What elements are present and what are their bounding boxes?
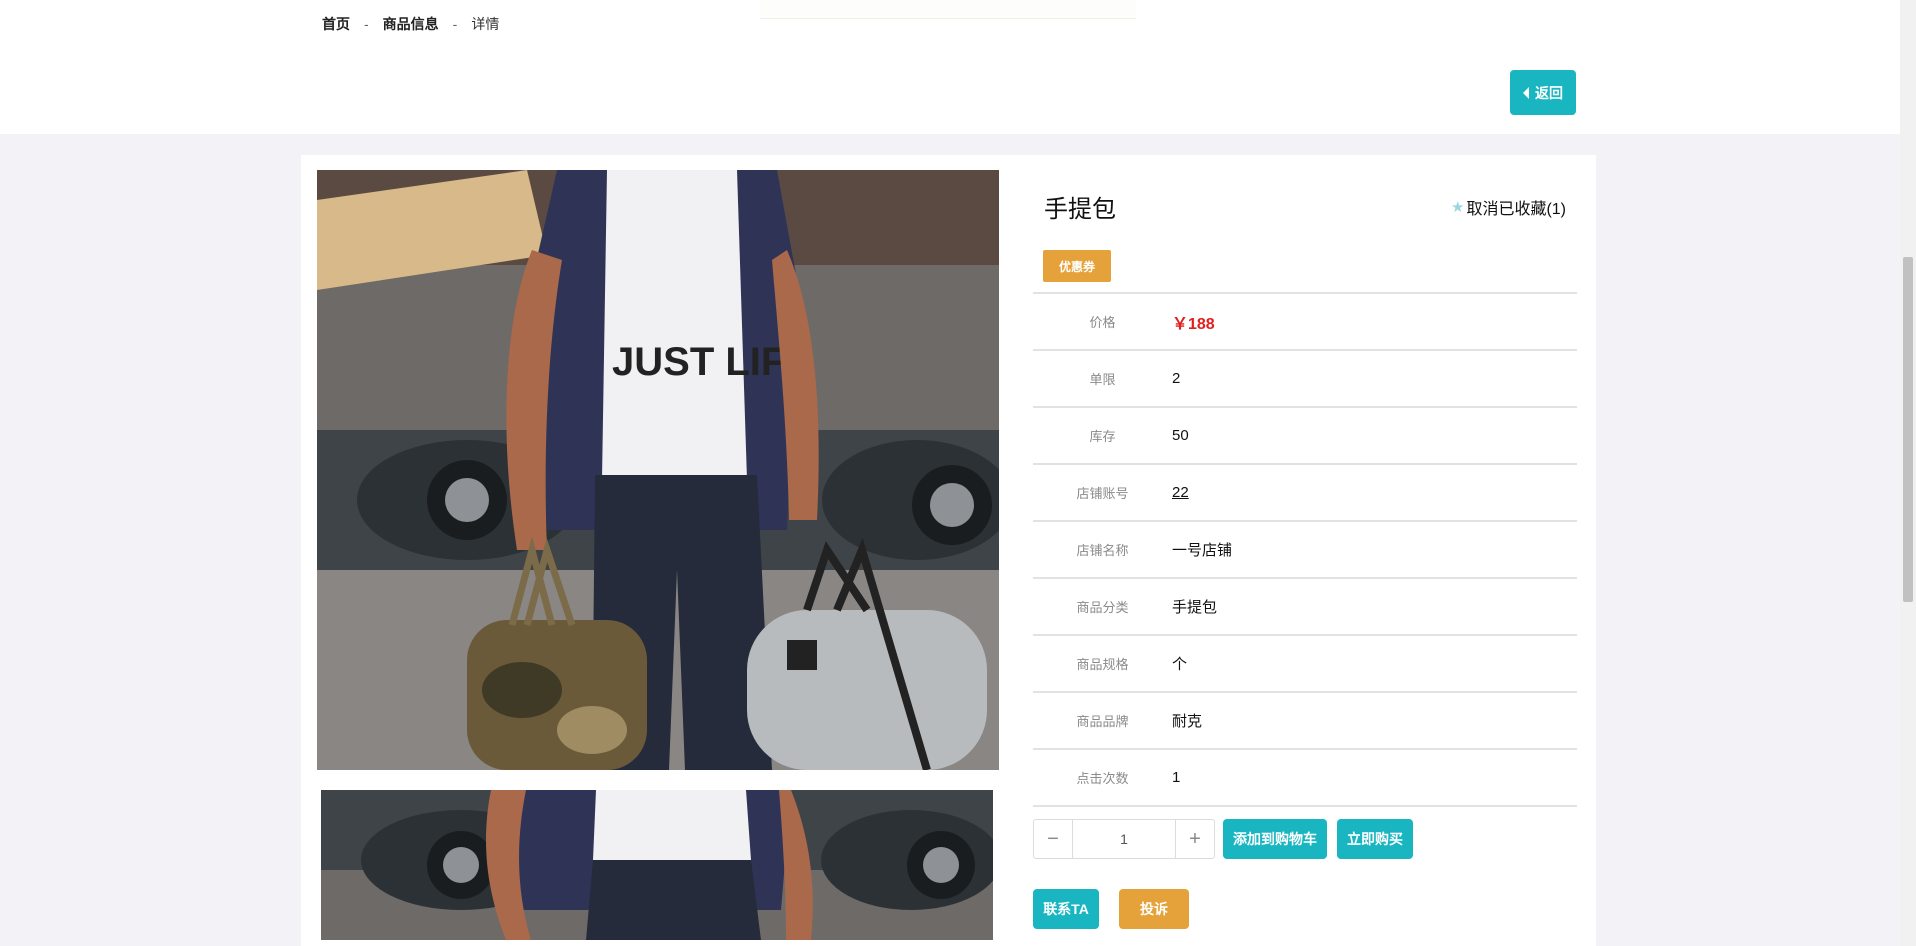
back-button-label: 返回: [1535, 84, 1563, 101]
product-title: 手提包: [1044, 196, 1116, 223]
back-button[interactable]: 返回: [1510, 70, 1576, 115]
minus-icon[interactable]: −: [1034, 820, 1072, 858]
detail-label: 商品品牌: [1076, 714, 1129, 729]
detail-row-limit: 单限 2: [1033, 349, 1577, 406]
detail-row-spec: 商品规格 个: [1033, 634, 1577, 691]
detail-row-shop-account: 店铺账号 22: [1033, 463, 1577, 520]
detail-row-category: 商品分类 手提包: [1033, 577, 1577, 634]
quantity-stepper: − +: [1033, 819, 1215, 859]
product-card: JUST LIFT 手提包 ★ 取消已收藏(1) 优惠券 价格 ￥188 单限 …: [301, 155, 1596, 946]
breadcrumb-current: 详情: [471, 16, 500, 32]
top-bar: 首页 - 商品信息 - 详情 返回: [0, 0, 1900, 134]
product-thumbnail-photo: [321, 790, 993, 940]
detail-row-clicks: 点击次数 1: [1033, 748, 1577, 807]
complaint-button[interactable]: 投诉: [1119, 889, 1189, 929]
detail-label: 点击次数: [1076, 771, 1129, 786]
shop-name-value: 一号店铺: [1172, 542, 1233, 559]
plus-icon[interactable]: +: [1176, 820, 1214, 858]
price-value: ￥188: [1172, 315, 1215, 333]
breadcrumb-home[interactable]: 首页: [322, 16, 350, 32]
detail-label: 店铺名称: [1076, 543, 1129, 558]
contact-button[interactable]: 联系TA: [1033, 889, 1099, 929]
shop-account-link[interactable]: 22: [1172, 484, 1189, 501]
favorite-label: 取消已收藏(1): [1466, 201, 1567, 218]
detail-label: 价格: [1089, 315, 1116, 330]
category-value: 手提包: [1172, 599, 1218, 616]
click-count-value: 1: [1172, 769, 1181, 786]
product-main-image[interactable]: JUST LIFT: [317, 170, 999, 770]
detail-label: 单限: [1089, 372, 1116, 387]
product-detail-table: 价格 ￥188 单限 2 库存 50 店铺账号 22 店铺名称 一号店铺 商品分…: [1033, 292, 1577, 807]
coupon-button[interactable]: 优惠券: [1043, 250, 1111, 282]
detail-label: 商品规格: [1076, 657, 1129, 672]
detail-label: 店铺账号: [1076, 486, 1129, 501]
brand-value: 耐克: [1172, 713, 1203, 730]
header-strip: [760, 0, 1136, 19]
caret-left-icon: [1523, 86, 1529, 99]
spec-value: 个: [1172, 656, 1188, 673]
detail-row-shop-name: 店铺名称 一号店铺: [1033, 520, 1577, 577]
detail-row-brand: 商品品牌 耐克: [1033, 691, 1577, 748]
product-main-photo: JUST LIFT: [317, 170, 999, 770]
breadcrumb: 首页 - 商品信息 - 详情: [322, 14, 499, 34]
favorite-toggle[interactable]: ★ 取消已收藏(1): [1451, 195, 1566, 219]
breadcrumb-separator: -: [364, 16, 369, 32]
page-scrollbar[interactable]: [1900, 0, 1916, 946]
detail-label: 库存: [1089, 429, 1116, 444]
quantity-input[interactable]: [1072, 820, 1176, 858]
detail-row-price: 价格 ￥188: [1033, 292, 1577, 349]
product-thumbnail[interactable]: [321, 790, 993, 940]
limit-value: 2: [1172, 370, 1181, 387]
stock-value: 50: [1172, 427, 1189, 444]
buy-now-button[interactable]: 立即购买: [1337, 819, 1413, 859]
add-to-cart-button[interactable]: 添加到购物车: [1223, 819, 1327, 859]
breadcrumb-separator: -: [452, 16, 458, 32]
breadcrumb-section[interactable]: 商品信息: [383, 16, 439, 32]
detail-label: 商品分类: [1076, 600, 1129, 615]
detail-row-stock: 库存 50: [1033, 406, 1577, 463]
star-icon: ★: [1451, 199, 1465, 216]
scrollbar-thumb[interactable]: [1903, 257, 1913, 602]
